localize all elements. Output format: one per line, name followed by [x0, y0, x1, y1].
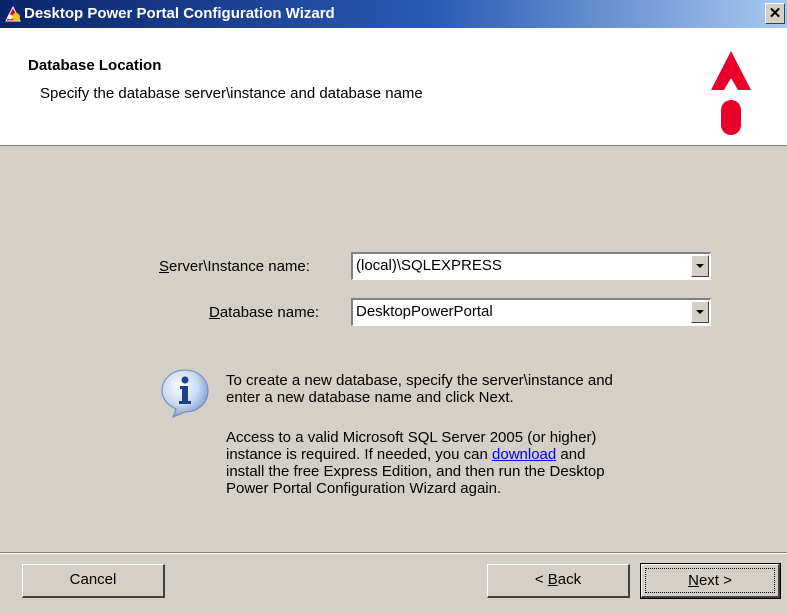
- title-bar[interactable]: Desktop Power Portal Configuration Wizar…: [0, 0, 787, 28]
- close-icon: ✕: [768, 5, 782, 22]
- next-button-label: ext >: [698, 572, 732, 589]
- info-icon: [161, 369, 209, 418]
- wizard-header: Database Location Specify the database s…: [0, 28, 787, 146]
- info-line: enter a new database name and click Next…: [226, 389, 514, 406]
- desktop-power-portal-logo-icon: [711, 51, 751, 135]
- info-line: instance is required. If needed, you can…: [226, 446, 686, 463]
- info-text-segment: instance is required. If needed, you can: [226, 446, 493, 463]
- database-label-mnemonic: D: [209, 304, 220, 321]
- chevron-down-icon[interactable]: [691, 301, 709, 323]
- info-text-segment: and: [556, 446, 586, 463]
- info-line: To create a new database, specify the se…: [226, 372, 613, 389]
- back-button[interactable]: < Back: [487, 564, 630, 598]
- server-instance-value: (local)\SQLEXPRESS: [356, 257, 502, 274]
- info-line: Access to a valid Microsoft SQL Server 2…: [226, 429, 597, 446]
- page-title: Database Location: [28, 57, 162, 74]
- footer-divider-highlight: [0, 553, 787, 554]
- info-paragraph-1: To create a new database, specify the se…: [226, 372, 686, 406]
- database-label-text: atabase name:: [219, 304, 320, 321]
- next-button[interactable]: Next >: [640, 563, 781, 599]
- info-paragraph-2: Access to a valid Microsoft SQL Server 2…: [226, 429, 686, 497]
- close-button[interactable]: ✕: [765, 3, 785, 24]
- back-button-label: ack: [557, 571, 582, 588]
- info-line: install the free Express Edition, and th…: [226, 463, 605, 480]
- database-name-combobox[interactable]: DesktopPowerPortal: [351, 298, 711, 326]
- back-arrow: <: [534, 571, 548, 588]
- focus-rect: Next >: [645, 568, 775, 593]
- database-name-value: DesktopPowerPortal: [356, 303, 493, 320]
- cancel-button[interactable]: Cancel: [22, 564, 165, 598]
- page-subtitle: Specify the database server\instance and…: [40, 85, 423, 102]
- cancel-button-label: Cancel: [69, 571, 117, 588]
- download-link[interactable]: download: [492, 446, 556, 463]
- wizard-window: Desktop Power Portal Configuration Wizar…: [0, 0, 787, 614]
- window-title: Desktop Power Portal Configuration Wizar…: [24, 5, 335, 22]
- server-label-mnemonic: S: [159, 258, 170, 275]
- app-icon: [5, 5, 21, 22]
- server-instance-label: Server\Instance name:: [159, 258, 310, 275]
- database-name-label: Database name:: [209, 304, 319, 321]
- info-line: Power Portal Configuration Wizard again.: [226, 480, 502, 497]
- back-mnemonic: B: [547, 571, 558, 588]
- next-mnemonic: N: [688, 572, 699, 589]
- chevron-down-icon[interactable]: [691, 255, 709, 277]
- server-label-text: erver\Instance name:: [169, 258, 310, 275]
- server-instance-combobox[interactable]: (local)\SQLEXPRESS: [351, 252, 711, 280]
